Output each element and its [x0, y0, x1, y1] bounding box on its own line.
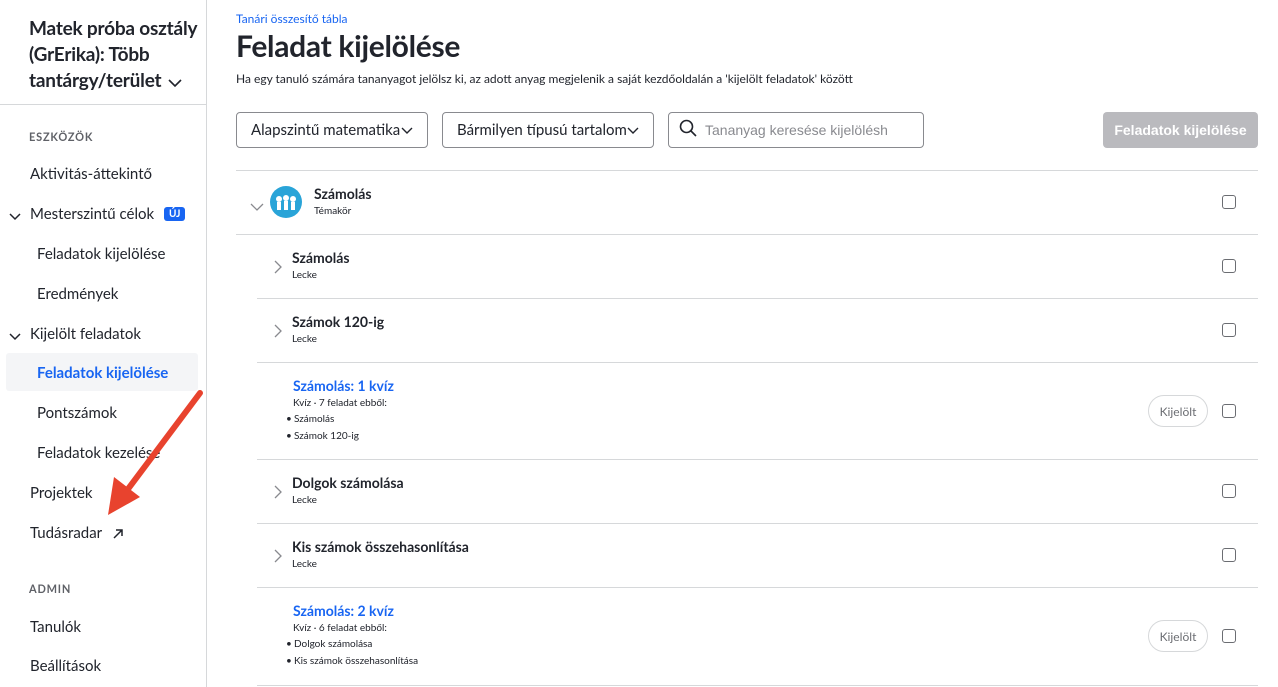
sidebar-item-mastery-results[interactable]: Eredmények	[37, 285, 118, 303]
section-tools: ESZKÖZÖK	[29, 131, 94, 144]
sidebar-item-activity[interactable]: Aktivitás-áttekintő	[30, 165, 152, 183]
sidebar-item-students[interactable]: Tanulók	[30, 618, 81, 636]
sidebar-item-label: Mesterszintű célok	[30, 205, 155, 223]
main-content: Tanári összesítő tábla Feladat kijelölés…	[236, 0, 1258, 687]
sidebar-item-mastery-assign[interactable]: Feladatok kijelölése	[37, 245, 165, 263]
row-title: Dolgok számolása	[292, 474, 404, 491]
sidebar-item-assigned-assign[interactable]: Feladatok kijelölése	[37, 364, 168, 382]
lesson-row[interactable]: Dolgok számolása Lecke	[236, 460, 1258, 524]
topic-row[interactable]: Számolás Témakör	[236, 171, 1258, 235]
row-subtitle: Kvíz · 6 feladat ebből:	[293, 622, 387, 634]
search-input[interactable]	[705, 122, 915, 138]
row-divider	[257, 685, 1258, 686]
row-subtitle: Kvíz · 7 feladat ebből:	[293, 397, 387, 409]
sidebar-item-projects[interactable]: Projektek	[30, 484, 93, 502]
assign-tasks-button[interactable]: Feladatok kijelölése	[1103, 112, 1258, 148]
dropdown-value: Alapszintű matematika	[251, 121, 401, 139]
quiz-bullet: Számolás	[286, 413, 334, 425]
chevron-right-icon[interactable]	[274, 323, 282, 342]
assigned-badge-button[interactable]: Kijelölt	[1148, 620, 1208, 652]
page-description: Ha egy tanuló számára tananyagot jelölsz…	[236, 71, 853, 86]
row-title: Számok 120-ig	[292, 313, 385, 330]
row-title: Számolás	[292, 249, 350, 266]
content-type-dropdown[interactable]: Bármilyen típusú tartalom	[442, 112, 654, 148]
row-checkbox[interactable]	[1222, 629, 1236, 643]
quiz-bullet: Dolgok számolása	[286, 638, 372, 650]
quiz-bullet: Kis számok összehasonlítása	[286, 655, 418, 667]
course-dropdown[interactable]: Alapszintű matematika	[236, 112, 428, 148]
search-box[interactable]	[668, 112, 924, 148]
quiz-row[interactable]: Számolás: 1 kvíz Kvíz · 7 feladat ebből:…	[236, 363, 1258, 460]
chevron-down-icon	[168, 69, 182, 95]
lesson-row[interactable]: Kis számok összehasonlítása Lecke	[236, 524, 1258, 588]
external-link-icon	[112, 526, 124, 544]
topic-title: Számolás	[314, 185, 372, 202]
annotation-arrow-icon	[108, 390, 203, 515]
chevron-right-icon[interactable]	[274, 548, 282, 567]
row-checkbox[interactable]	[1222, 323, 1236, 337]
class-selector[interactable]: Matek próba osztály (GrErika): Több tant…	[29, 16, 204, 95]
chevron-right-icon[interactable]	[274, 484, 282, 503]
row-subtitle: Lecke	[292, 269, 317, 281]
row-checkbox[interactable]	[1222, 548, 1236, 562]
chevron-down-icon[interactable]	[250, 197, 264, 216]
topic-avatar	[270, 186, 302, 218]
sidebar: Matek próba osztály (GrErika): Több tant…	[0, 0, 207, 687]
quiz-row[interactable]: Számolás: 2 kvíz Kvíz · 6 feladat ebből:…	[236, 588, 1258, 687]
row-checkbox[interactable]	[1222, 404, 1236, 418]
chevron-down-icon[interactable]	[9, 328, 21, 346]
quiz-title-link[interactable]: Számolás: 1 kvíz	[293, 377, 394, 394]
lesson-row[interactable]: Számok 120-ig Lecke	[236, 299, 1258, 363]
new-badge: ÚJ	[163, 207, 186, 221]
topic-subtitle: Témakör	[314, 205, 352, 217]
row-checkbox[interactable]	[1222, 484, 1236, 498]
quiz-bullet: Számok 120-ig	[286, 430, 359, 442]
sidebar-item-settings[interactable]: Beállítások	[30, 657, 101, 675]
row-subtitle: Lecke	[292, 494, 317, 506]
lesson-row[interactable]: Számolás Lecke	[236, 235, 1258, 299]
section-admin: ADMIN	[29, 583, 72, 596]
search-icon	[679, 119, 697, 141]
chevron-down-icon	[627, 121, 639, 139]
sidebar-item-radar[interactable]: Tudásradar	[30, 524, 124, 544]
row-subtitle: Lecke	[292, 558, 317, 570]
chevron-down-icon[interactable]	[9, 208, 21, 226]
dropdown-value: Bármilyen típusú tartalom	[457, 121, 627, 139]
quiz-title-link[interactable]: Számolás: 2 kvíz	[293, 602, 394, 619]
row-subtitle: Lecke	[292, 333, 317, 345]
sidebar-item-label: Kijelölt feladatok	[30, 325, 142, 343]
breadcrumb[interactable]: Tanári összesítő tábla	[236, 11, 348, 26]
chevron-down-icon	[401, 121, 413, 139]
sidebar-item-mastery[interactable]: Mesterszintű célok ÚJ	[9, 205, 186, 223]
page-title: Feladat kijelölése	[236, 28, 461, 64]
sidebar-divider	[0, 104, 206, 105]
sidebar-item-assigned[interactable]: Kijelölt feladatok	[9, 325, 142, 343]
sidebar-item-label: Tudásradar	[30, 524, 102, 542]
chevron-right-icon[interactable]	[274, 259, 282, 278]
row-title: Kis számok összehasonlítása	[292, 538, 469, 555]
assigned-badge-button[interactable]: Kijelölt	[1148, 395, 1208, 427]
topic-checkbox[interactable]	[1222, 195, 1236, 209]
row-checkbox[interactable]	[1222, 259, 1236, 273]
